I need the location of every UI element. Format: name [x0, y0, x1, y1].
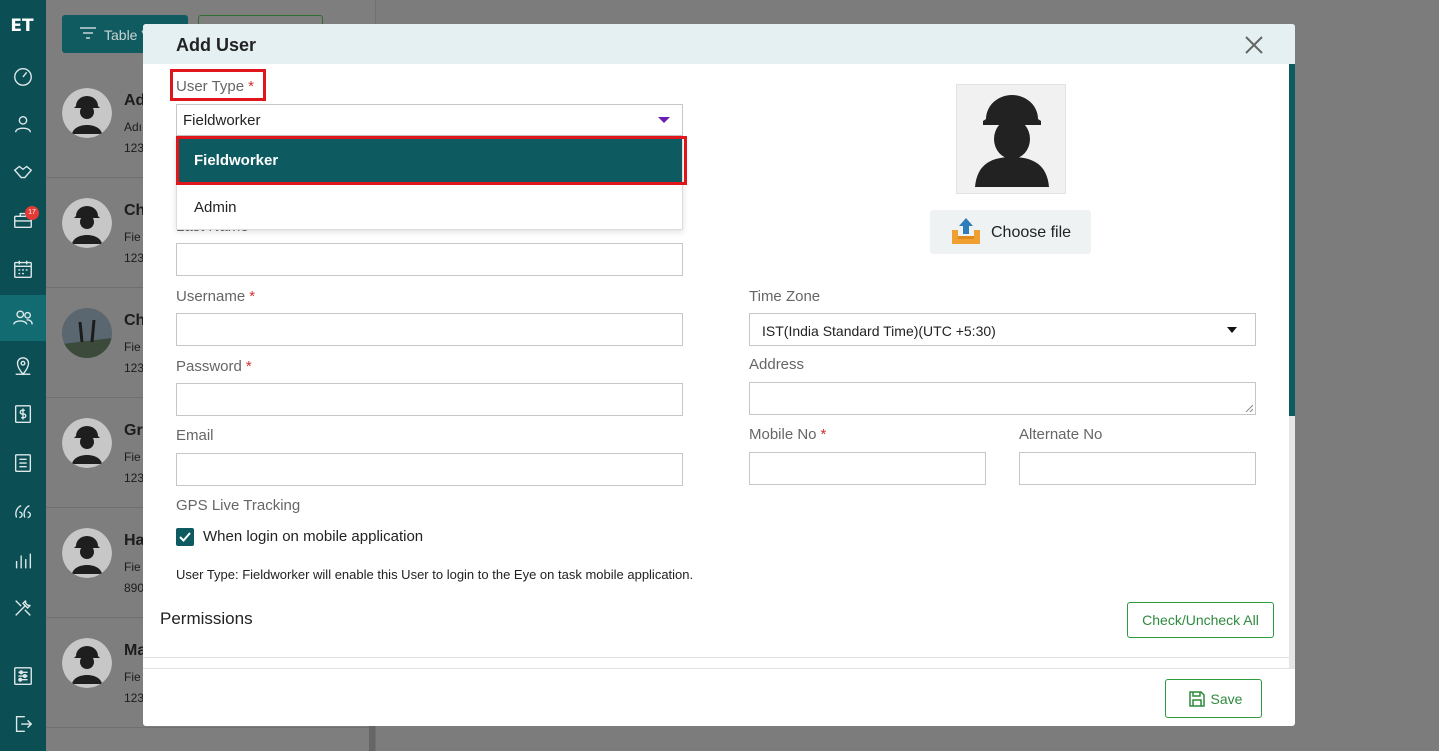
mobile-no-label: Mobile No * [749, 426, 827, 443]
user-photo-preview [956, 84, 1066, 194]
calendar-icon[interactable] [0, 249, 46, 289]
list-item-phone: 123 [124, 691, 145, 705]
time-zone-value: IST(India Standard Time)(UTC +5:30) [762, 323, 996, 339]
users-icon[interactable] [0, 295, 46, 341]
avatar [62, 638, 112, 688]
list-item-role: Fie [124, 560, 141, 574]
fieldworker-option-highlight [176, 136, 687, 185]
map-pin-icon[interactable] [0, 346, 46, 386]
check-uncheck-all-button[interactable]: Check/Uncheck All [1127, 602, 1274, 638]
quote-icon[interactable] [0, 492, 46, 532]
gps-tracking-label: GPS Live Tracking [176, 497, 301, 514]
divider [143, 657, 1289, 658]
email-label: Email [176, 427, 214, 444]
list-item-name: Gr [124, 422, 143, 439]
time-zone-label: Time Zone [749, 288, 821, 305]
avatar [62, 88, 112, 138]
handshake-icon[interactable] [0, 152, 46, 192]
list-item-role: Fie [124, 230, 141, 244]
list-icon[interactable] [0, 443, 46, 483]
username-label: Username * [176, 288, 256, 305]
user-type-option-admin[interactable]: Admin [177, 185, 682, 230]
gps-tracking-checkbox[interactable] [176, 528, 194, 546]
briefcase-icon[interactable]: 17 [0, 200, 46, 240]
user-icon[interactable] [0, 104, 46, 144]
check-icon [179, 532, 191, 542]
list-item-role: Fie [124, 670, 141, 684]
tools-icon[interactable] [0, 588, 46, 628]
save-button[interactable]: Save [1165, 679, 1262, 718]
list-item-role: Fie [124, 340, 141, 354]
user-type-select[interactable]: Fieldworker [176, 104, 683, 136]
gps-tracking-checkbox-label[interactable]: When login on mobile application [203, 528, 423, 545]
modal-title: Add User [176, 35, 257, 55]
user-type-value: Fieldworker [183, 112, 261, 129]
list-item-name: Ha [124, 532, 145, 549]
alternate-no-input[interactable] [1019, 452, 1256, 485]
email-input[interactable] [176, 453, 683, 486]
permissions-title: Permissions [160, 609, 253, 628]
dollar-icon[interactable] [0, 394, 46, 434]
user-type-note: User Type: Fieldworker will enable this … [176, 567, 694, 582]
save-icon [1189, 691, 1205, 707]
bar-chart-icon[interactable] [0, 541, 46, 581]
list-item-role: Fie [124, 450, 141, 464]
list-item-role: Adı [124, 120, 143, 134]
modal-scrollbar-thumb[interactable] [1289, 64, 1295, 416]
sidebar: ET 17 [0, 0, 46, 751]
password-input[interactable] [176, 383, 683, 416]
list-item-phone: 890 [124, 581, 145, 595]
upload-icon [952, 218, 980, 244]
worker-avatar-icon [975, 95, 1049, 187]
close-button[interactable] [1243, 34, 1267, 56]
list-item-phone: 123 [124, 251, 145, 265]
caret-down-icon [658, 117, 670, 123]
save-label: Save [1210, 690, 1243, 707]
last-name-input[interactable] [176, 243, 683, 276]
time-zone-select[interactable]: IST(India Standard Time)(UTC +5:30) [749, 313, 1256, 346]
choose-file-label: Choose file [991, 224, 1072, 241]
avatar [62, 308, 112, 358]
avatar [62, 418, 112, 468]
close-icon [1245, 36, 1263, 54]
list-item-phone: 123 [124, 141, 145, 155]
logout-icon[interactable] [0, 704, 46, 744]
choose-file-button[interactable]: Choose file [930, 210, 1091, 254]
address-label: Address [749, 356, 805, 373]
filter-lines-icon [80, 27, 96, 39]
footer-divider [143, 668, 1295, 669]
modal-scrollbar-track[interactable] [1289, 416, 1295, 668]
alternate-no-label: Alternate No [1019, 426, 1103, 443]
username-input[interactable] [176, 313, 683, 346]
password-label: Password * [176, 358, 252, 375]
dashboard-icon[interactable] [0, 56, 46, 96]
avatar [62, 198, 112, 248]
mobile-no-input[interactable] [749, 452, 986, 485]
modal-header: Add User [143, 24, 1295, 64]
list-item-phone: 123 [124, 471, 145, 485]
address-textarea[interactable] [749, 382, 1256, 415]
user-type-label: User Type * [176, 78, 254, 95]
app-logo[interactable]: ET [8, 12, 36, 40]
notification-badge: 17 [25, 206, 39, 220]
settings-sliders-icon[interactable] [0, 656, 46, 696]
resize-grip-icon[interactable] [1245, 404, 1253, 412]
list-item-phone: 123 [124, 361, 145, 375]
caret-down-icon [1227, 327, 1237, 333]
avatar [62, 528, 112, 578]
add-user-modal: Add User User Type* Fieldworker Last Nam… [143, 24, 1295, 726]
